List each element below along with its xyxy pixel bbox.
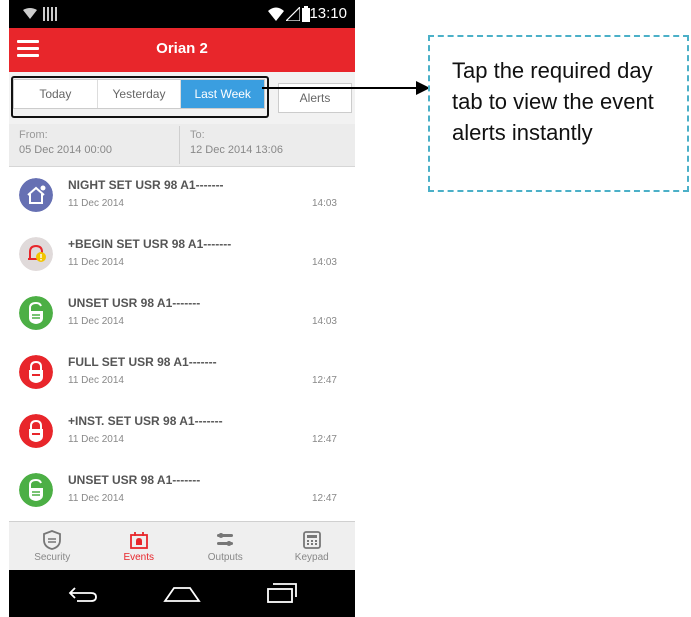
from-date[interactable]: From: 05 Dec 2014 00:00 [19, 128, 112, 158]
nav-keypad[interactable]: Keypad [269, 522, 356, 571]
app-bar: Orian 2 [9, 28, 355, 72]
date-range: From: 05 Dec 2014 00:00 To: 12 Dec 2014 … [9, 124, 355, 167]
notification-bars-icon [43, 7, 57, 21]
sliders-icon [217, 533, 234, 546]
unlock-shield-icon [19, 473, 53, 507]
event-date: 11 Dec 2014 [68, 434, 124, 445]
notification-icon [23, 8, 37, 19]
shield-icon [43, 530, 62, 550]
event-time: 14:03 [311, 198, 337, 209]
date-divider [179, 126, 180, 164]
bottom-nav: Security Events Outputs Keypad [9, 521, 355, 571]
cell-signal-icon [286, 7, 300, 21]
event-title: UNSET USR 98 A1------- [68, 296, 201, 310]
event-title: UNSET USR 98 A1------- [68, 473, 201, 487]
event-date: 11 Dec 2014 [68, 375, 124, 386]
event-date: 11 Dec 2014 [68, 493, 124, 504]
list-item[interactable]: +BEGIN SET USR 98 A1------- 11 Dec 2014 … [9, 227, 355, 286]
nav-label: Outputs [207, 552, 243, 563]
callout-arrow [262, 81, 430, 95]
app-title: Orian 2 [156, 40, 208, 57]
house-night-icon [19, 178, 53, 212]
event-date: 11 Dec 2014 [68, 198, 124, 209]
lock-shield-icon [19, 355, 53, 389]
from-label: From: [19, 129, 48, 141]
nav-security[interactable]: Security [9, 522, 96, 571]
day-tabs: Today Yesterday Last Week [13, 79, 265, 109]
system-nav-bar [9, 570, 355, 617]
event-date: 11 Dec 2014 [68, 257, 124, 268]
event-title: FULL SET USR 98 A1------- [68, 355, 217, 369]
status-time: 13:10 [309, 5, 347, 22]
back-icon[interactable] [67, 584, 99, 604]
event-title: +INST. SET USR 98 A1------- [68, 414, 223, 428]
nav-label: Security [34, 552, 71, 563]
to-value: 12 Dec 2014 13:06 [190, 144, 283, 156]
event-time: 12:47 [311, 434, 337, 445]
nav-label: Keypad [294, 552, 329, 563]
nav-outputs[interactable]: Outputs [182, 522, 269, 571]
list-item[interactable]: UNSET USR 98 A1------- 11 Dec 2014 14:03 [9, 286, 355, 345]
lock-shield-icon [19, 414, 53, 448]
event-bell-icon [129, 532, 148, 549]
status-bar: 13:10 [9, 0, 355, 28]
tab-yesterday[interactable]: Yesterday [98, 80, 182, 108]
list-item[interactable]: UNSET USR 98 A1------- 11 Dec 2014 12:47 [9, 463, 355, 522]
tab-today[interactable]: Today [14, 80, 98, 108]
event-title: +BEGIN SET USR 98 A1------- [68, 237, 232, 251]
event-time: 12:47 [311, 493, 337, 504]
from-value: 05 Dec 2014 00:00 [19, 144, 112, 156]
recent-apps-icon[interactable] [266, 582, 298, 604]
event-time: 12:47 [311, 375, 337, 386]
home-icon[interactable] [162, 584, 202, 604]
nav-events[interactable]: Events [96, 522, 183, 571]
event-time: 14:03 [311, 257, 337, 268]
bell-alert-icon [19, 237, 53, 271]
wifi-icon [268, 7, 284, 21]
event-time: 14:03 [311, 316, 337, 327]
unlock-shield-icon [19, 296, 53, 330]
list-item[interactable]: FULL SET USR 98 A1------- 11 Dec 2014 12… [9, 345, 355, 404]
keypad-icon [302, 531, 321, 549]
list-item[interactable]: NIGHT SET USR 98 A1------- 11 Dec 2014 1… [9, 168, 355, 227]
callout-text: Tap the required day tab to view the eve… [452, 58, 654, 145]
callout-box: Tap the required day tab to view the eve… [428, 35, 689, 192]
event-title: NIGHT SET USR 98 A1------- [68, 178, 224, 192]
to-date[interactable]: To: 12 Dec 2014 13:06 [190, 128, 283, 158]
event-list: NIGHT SET USR 98 A1------- 11 Dec 2014 1… [9, 168, 355, 522]
to-label: To: [190, 129, 205, 141]
tab-last-week[interactable]: Last Week [181, 80, 265, 108]
list-item[interactable]: +INST. SET USR 98 A1------- 11 Dec 2014 … [9, 404, 355, 463]
nav-label: Events [123, 552, 155, 563]
event-date: 11 Dec 2014 [68, 316, 124, 327]
